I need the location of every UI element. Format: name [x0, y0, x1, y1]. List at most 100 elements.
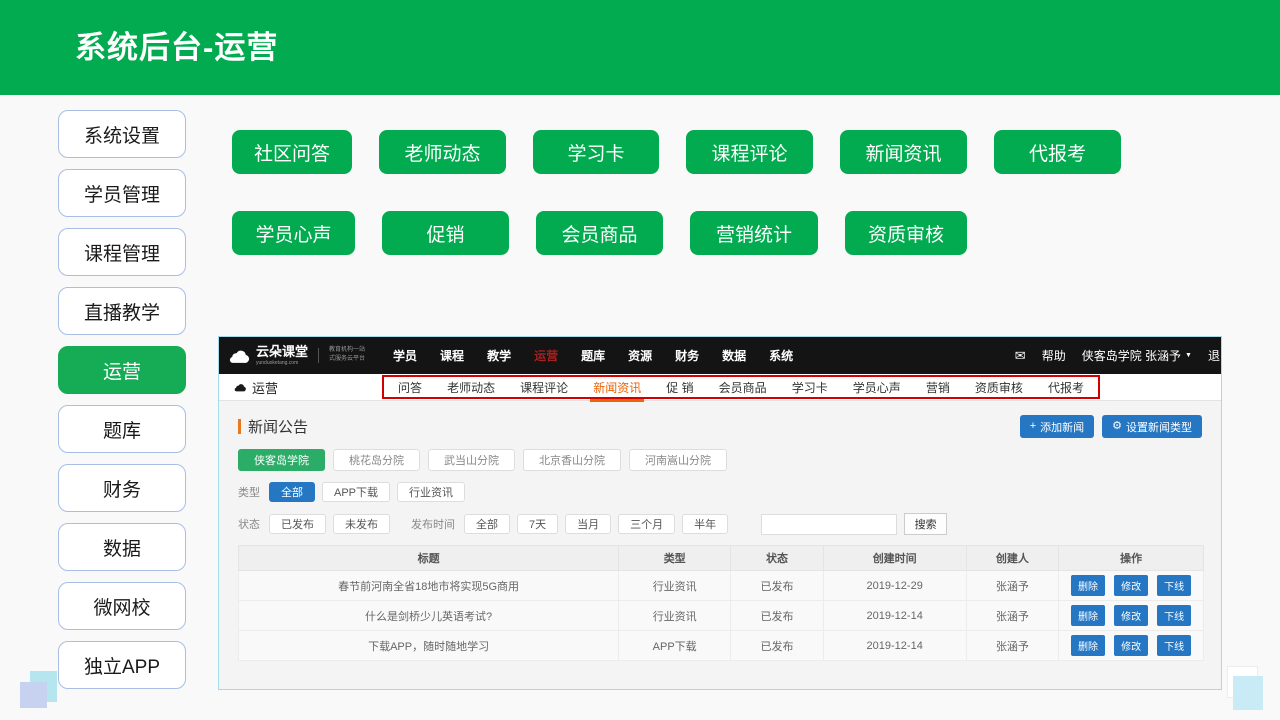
logout-link[interactable]: 退	[1208, 347, 1220, 364]
feature-button-community-qa[interactable]: 社区问答	[232, 130, 352, 174]
time-option-3months[interactable]: 三个月	[618, 514, 675, 534]
nav-item-students[interactable]: 学员	[393, 347, 417, 364]
table-row: 什么是剑桥少儿英语考试? 行业资讯 已发布 2019-12-14 张涵予 删除 …	[239, 601, 1204, 631]
news-table: 标题 类型 状态 创建时间 创建人 操作 春节前河南全省18地市将实现5G商用 …	[238, 545, 1204, 661]
subnav-item-study-card[interactable]: 学习卡	[792, 379, 828, 396]
decor-square-cyan-right	[1233, 676, 1263, 710]
campus-tab-beijing-xiangshan[interactable]: 北京香山分院	[523, 449, 621, 471]
cell-title: 春节前河南全省18地市将实现5G商用	[239, 571, 619, 601]
nav-item-data[interactable]: 数据	[722, 347, 746, 364]
subnav-item-promotion[interactable]: 促 销	[666, 379, 693, 396]
sidebar-item-question-bank[interactable]: 题库	[58, 405, 186, 453]
gear-icon: ⚙	[1112, 421, 1122, 432]
edit-button[interactable]: 修改	[1114, 635, 1148, 656]
help-link[interactable]: 帮助	[1042, 347, 1066, 364]
subnav-item-student-voice[interactable]: 学员心声	[853, 379, 901, 396]
sidebar-item-course-management[interactable]: 课程管理	[58, 228, 186, 276]
status-option-published[interactable]: 已发布	[269, 514, 326, 534]
search-input[interactable]	[761, 514, 897, 535]
feature-button-qualification-audit[interactable]: 资质审核	[845, 211, 967, 255]
nav-item-teaching[interactable]: 教学	[487, 347, 511, 364]
nav-item-courses[interactable]: 课程	[440, 347, 464, 364]
campus-tab-xiakedao[interactable]: 侠客岛学院	[238, 449, 325, 471]
edit-button[interactable]: 修改	[1114, 575, 1148, 596]
sidebar-item-data[interactable]: 数据	[58, 523, 186, 571]
campus-tab-taohuadao[interactable]: 桃花岛分院	[333, 449, 420, 471]
type-option-app-download[interactable]: APP下载	[322, 482, 390, 502]
nav-item-resources[interactable]: 资源	[628, 347, 652, 364]
column-header-created-time: 创建时间	[823, 546, 966, 571]
subnav-item-teacher-updates[interactable]: 老师动态	[447, 379, 495, 396]
campus-tab-henan-songshan[interactable]: 河南嵩山分院	[629, 449, 727, 471]
section-title: 新闻公告	[238, 416, 308, 437]
time-option-all[interactable]: 全部	[464, 514, 510, 534]
subnav-item-qa[interactable]: 问答	[398, 379, 422, 396]
subnav-item-proxy-exam[interactable]: 代报考	[1048, 379, 1084, 396]
nav-item-finance[interactable]: 财务	[675, 347, 699, 364]
subnav-item-course-comments[interactable]: 课程评论	[520, 379, 568, 396]
feature-button-study-card[interactable]: 学习卡	[533, 130, 659, 174]
sidebar-item-finance[interactable]: 财务	[58, 464, 186, 512]
subnav-item-news[interactable]: 新闻资讯	[593, 379, 641, 396]
time-option-7days[interactable]: 7天	[517, 514, 558, 534]
status-filter-row: 状态 已发布 未发布 发布时间 全部 7天 当月 三个月 半年 搜索	[238, 513, 1202, 535]
time-filter-label: 发布时间	[411, 516, 455, 532]
feature-button-teacher-updates[interactable]: 老师动态	[379, 130, 506, 174]
account-menu[interactable]: 侠客岛学院 张涵予 ▼	[1082, 347, 1192, 364]
cell-status: 已发布	[731, 571, 824, 601]
add-news-button[interactable]: + 添加新闻	[1020, 415, 1094, 438]
feature-button-student-voice[interactable]: 学员心声	[232, 211, 355, 255]
search-button[interactable]: 搜索	[904, 513, 947, 535]
sidebar-item-system-settings[interactable]: 系统设置	[58, 110, 186, 158]
cell-created-time: 2019-12-14	[823, 631, 966, 661]
table-row: 下载APP，随时随地学习 APP下载 已发布 2019-12-14 张涵予 删除…	[239, 631, 1204, 661]
campus-tab-wudangshan[interactable]: 武当山分院	[428, 449, 515, 471]
edit-button[interactable]: 修改	[1114, 605, 1148, 626]
subnav-item-marketing[interactable]: 营销	[926, 379, 950, 396]
cell-created-time: 2019-12-29	[823, 571, 966, 601]
offline-button[interactable]: 下线	[1157, 605, 1191, 626]
nav-item-question-bank[interactable]: 题库	[581, 347, 605, 364]
sidebar-item-standalone-app[interactable]: 独立APP	[58, 641, 186, 689]
subnav-item-qualification-audit[interactable]: 资质审核	[975, 379, 1023, 396]
mail-icon[interactable]: ✉	[1015, 348, 1026, 364]
time-option-half-year[interactable]: 半年	[682, 514, 728, 534]
feature-buttons-row-2: 学员心声 促销 会员商品 营销统计 资质审核	[232, 211, 967, 255]
type-option-all[interactable]: 全部	[269, 482, 315, 502]
cell-actions: 删除 修改 下线	[1059, 571, 1204, 601]
page-header: 系统后台-运营	[0, 0, 1280, 95]
campus-tabs: 侠客岛学院 桃花岛分院 武当山分院 北京香山分院 河南嵩山分院	[238, 449, 1202, 471]
column-header-actions: 操作	[1059, 546, 1204, 571]
offline-button[interactable]: 下线	[1157, 575, 1191, 596]
table-row: 春节前河南全省18地市将实现5G商用 行业资讯 已发布 2019-12-29 张…	[239, 571, 1204, 601]
feature-button-news[interactable]: 新闻资讯	[840, 130, 967, 174]
nav-item-system[interactable]: 系统	[769, 347, 793, 364]
brand-name: 云朵课堂	[256, 345, 308, 359]
delete-button[interactable]: 删除	[1071, 605, 1105, 626]
feature-button-marketing-stats[interactable]: 营销统计	[690, 211, 818, 255]
admin-navbar: 云朵课堂 yunduoketang.com 教育机构一站 式服务云平台 学员 课…	[219, 337, 1221, 374]
sidebar-item-live-teaching[interactable]: 直播教学	[58, 287, 186, 335]
feature-button-proxy-exam[interactable]: 代报考	[994, 130, 1121, 174]
offline-button[interactable]: 下线	[1157, 635, 1191, 656]
type-option-industry-news[interactable]: 行业资讯	[397, 482, 465, 502]
sidebar-item-student-management[interactable]: 学员管理	[58, 169, 186, 217]
navbar-right: ✉ 帮助 侠客岛学院 张涵予 ▼ 退	[1015, 347, 1221, 364]
feature-button-promotion[interactable]: 促销	[382, 211, 509, 255]
account-name: 侠客岛学院 张涵予	[1082, 347, 1181, 364]
cell-type: 行业资讯	[619, 571, 731, 601]
admin-nav-menu: 学员 课程 教学 运营 题库 资源 财务 数据 系统	[393, 347, 793, 364]
cell-creator: 张涵予	[966, 571, 1059, 601]
subnav-item-member-goods[interactable]: 会员商品	[719, 379, 767, 396]
sidebar-item-micro-school[interactable]: 微网校	[58, 582, 186, 630]
table-header-row: 标题 类型 状态 创建时间 创建人 操作	[239, 546, 1204, 571]
feature-button-member-goods[interactable]: 会员商品	[536, 211, 663, 255]
delete-button[interactable]: 删除	[1071, 575, 1105, 596]
news-type-settings-button[interactable]: ⚙ 设置新闻类型	[1102, 415, 1202, 438]
status-option-unpublished[interactable]: 未发布	[333, 514, 390, 534]
time-option-current-month[interactable]: 当月	[565, 514, 611, 534]
sidebar-item-operations[interactable]: 运营	[58, 346, 186, 394]
nav-item-operations[interactable]: 运营	[534, 347, 558, 364]
feature-button-course-comments[interactable]: 课程评论	[686, 130, 813, 174]
delete-button[interactable]: 删除	[1071, 635, 1105, 656]
